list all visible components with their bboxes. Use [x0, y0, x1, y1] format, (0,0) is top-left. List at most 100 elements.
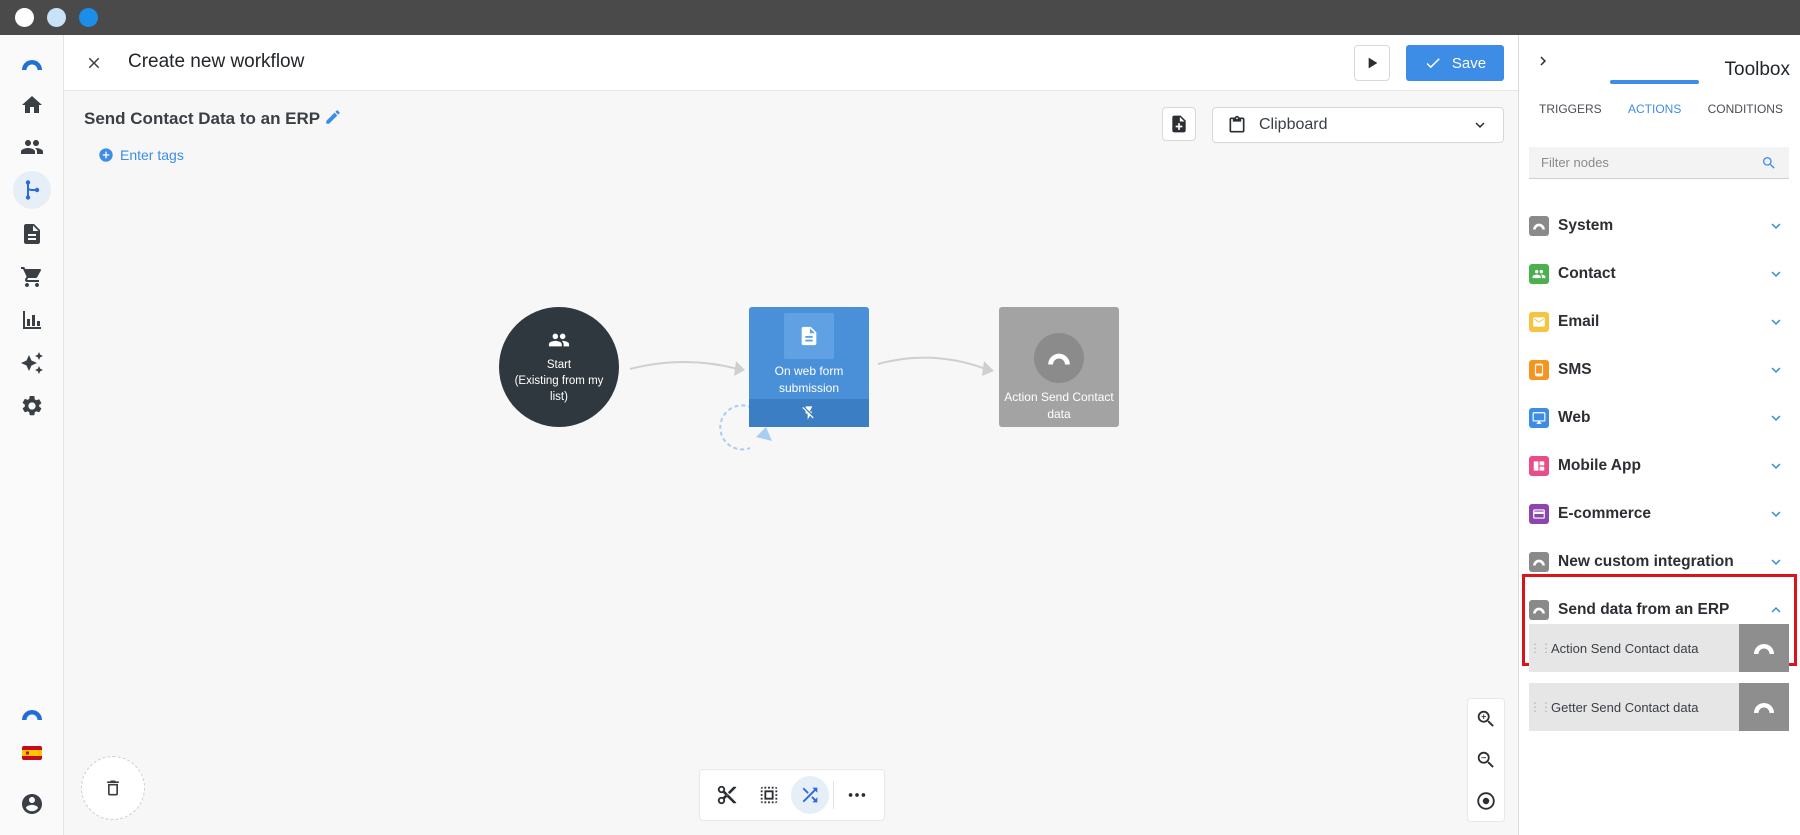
web-form-node[interactable]: On web form submission [749, 307, 869, 427]
workflow-canvas[interactable]: Send Contact Data to an ERP Enter tags C… [64, 91, 1518, 835]
cut-button[interactable] [708, 776, 746, 814]
sparkle-icon[interactable] [13, 344, 51, 382]
web-node-icon-box [784, 313, 834, 359]
category-e-commerce[interactable]: E-commerce [1529, 494, 1791, 534]
category-mobile-app[interactable]: Mobile App [1529, 446, 1791, 486]
sms-icon [1529, 360, 1549, 380]
flash-off-icon [802, 406, 814, 420]
edge-arrow-2 [982, 361, 994, 376]
spain-flag-icon[interactable] [13, 734, 51, 772]
category-label: Contact [1558, 265, 1616, 282]
chevron-down-icon [1771, 559, 1781, 565]
category-sms[interactable]: SMS [1529, 350, 1791, 390]
zoom-in-icon[interactable] [1475, 708, 1497, 730]
brand-icon[interactable] [13, 695, 51, 733]
workflow-edges [629, 356, 994, 451]
cart-icon[interactable] [13, 258, 51, 296]
shuffle-icon [803, 787, 818, 803]
document-icon [801, 326, 817, 346]
category-contact[interactable]: Contact [1529, 254, 1791, 294]
more-button[interactable] [838, 776, 876, 814]
chevron-down-icon [1771, 223, 1781, 229]
trash-icon [107, 780, 119, 796]
chevron-down-icon [1771, 463, 1781, 469]
zoom-controls [1467, 698, 1505, 822]
window-close-control[interactable] [15, 8, 34, 27]
e-commerce-icon [1529, 504, 1549, 524]
tab-actions[interactable]: ACTIONS [1609, 80, 1700, 116]
home-icon[interactable] [13, 86, 51, 124]
check-icon [1426, 58, 1440, 69]
page-title: Create new workflow [128, 51, 305, 72]
auto-layout-button[interactable] [791, 776, 830, 814]
category-email[interactable]: Email [1529, 302, 1791, 342]
web-node-footer[interactable] [749, 399, 869, 427]
save-button[interactable]: Save [1406, 45, 1504, 81]
collapse-toolbox-button[interactable] [1531, 49, 1555, 73]
select-all-icon [760, 786, 777, 804]
chevron-right-icon [1540, 56, 1546, 66]
category-label: Email [1558, 313, 1600, 330]
start-node[interactable]: Start (Existing from my list) [499, 307, 619, 427]
document-icon[interactable] [13, 215, 51, 253]
drag-handle-icon[interactable]: ⋮⋮ [1529, 641, 1552, 655]
filter-nodes-input[interactable] [1541, 155, 1761, 170]
gear-icon[interactable] [13, 387, 51, 425]
filter-nodes-field[interactable] [1529, 147, 1789, 179]
node-thumbnail [1739, 683, 1789, 731]
mobile-app-icon [1529, 456, 1549, 476]
enter-tags-label: Enter tags [120, 147, 184, 163]
integration-icon [1048, 353, 1070, 365]
select-button[interactable] [750, 776, 788, 814]
tab-triggers[interactable]: TRIGGERS [1539, 102, 1602, 116]
category-label: System [1558, 217, 1614, 234]
chevron-down-icon [1771, 511, 1781, 517]
zoom-out-icon[interactable] [1475, 749, 1497, 771]
note-add-icon [1172, 115, 1186, 133]
node-action-send-contact-data[interactable]: ⋮⋮ Action Send Contact data [1529, 624, 1789, 672]
save-button-label: Save [1451, 54, 1487, 72]
close-workflow-button[interactable] [82, 51, 106, 75]
clipboard-icon [1229, 115, 1245, 133]
toolbox-tabs: TRIGGERS ACTIONS CONDITIONS [1519, 80, 1800, 131]
start-node-title: Start [546, 359, 572, 371]
action-node-label: Action Send Contact data [1004, 390, 1114, 421]
chevron-down-icon [1771, 415, 1781, 421]
contact-icon [1529, 264, 1549, 284]
category-label: New custom integration [1558, 553, 1734, 570]
add-to-clipboard-button[interactable] [1162, 107, 1196, 141]
category-web[interactable]: Web [1529, 398, 1791, 438]
enter-tags-link[interactable]: Enter tags [98, 147, 184, 163]
center-focus-icon[interactable] [1475, 790, 1497, 812]
integration-icon [1529, 600, 1549, 620]
edge-web-to-action [877, 356, 987, 370]
contacts-icon[interactable] [13, 128, 51, 166]
run-button[interactable] [1354, 45, 1390, 81]
web-icon [1529, 408, 1549, 428]
search-icon [1763, 156, 1775, 169]
loop-arrow [756, 427, 772, 441]
clipboard-select[interactable]: Clipboard [1212, 107, 1504, 143]
chart-icon[interactable] [13, 301, 51, 339]
workflow-icon[interactable] [13, 171, 51, 209]
category-label: Web [1558, 409, 1591, 426]
node-thumbnail [1739, 624, 1789, 672]
tab-conditions[interactable]: CONDITIONS [1708, 102, 1783, 116]
category-label: Send data from an ERP [1558, 601, 1730, 618]
clipboard-label: Clipboard [1259, 116, 1328, 133]
action-node[interactable]: Action Send Contact data [999, 307, 1119, 427]
drag-handle-icon[interactable]: ⋮⋮ [1529, 700, 1552, 714]
user-icon[interactable] [13, 785, 51, 823]
delete-dropzone[interactable] [81, 756, 145, 820]
node-getter-send-contact-data[interactable]: ⋮⋮ Getter Send Contact data [1529, 683, 1789, 731]
integration-icon [1754, 644, 1774, 654]
window-maximize-control[interactable] [79, 8, 98, 27]
edit-icon[interactable] [324, 108, 342, 126]
edge-start-to-web [629, 361, 739, 370]
category-system[interactable]: System [1529, 206, 1791, 246]
add-circle-icon [99, 148, 113, 162]
logo-icon[interactable] [13, 45, 51, 83]
integration-icon [1529, 552, 1549, 572]
play-icon [1368, 57, 1378, 69]
window-minimize-control[interactable] [47, 8, 66, 27]
